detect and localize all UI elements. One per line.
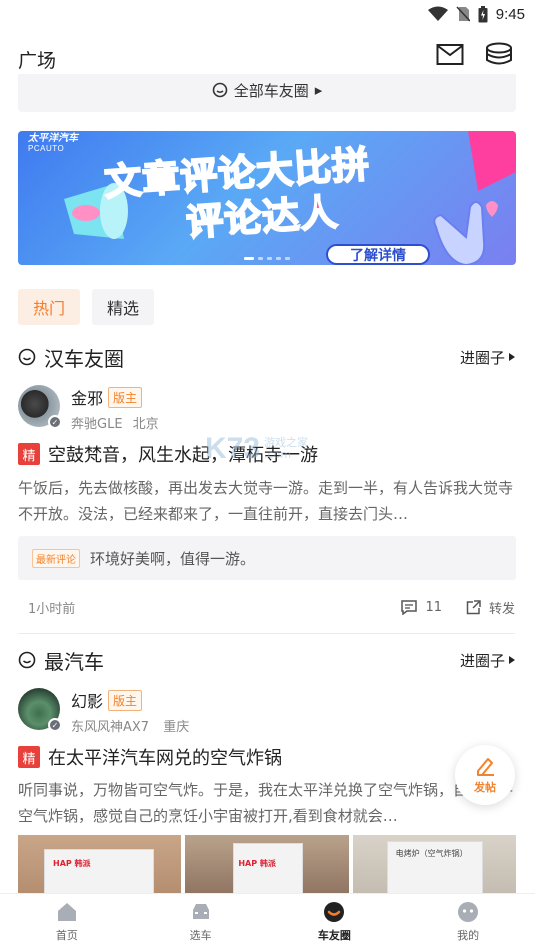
product-box: 电烤炉（空气炸锅）	[386, 841, 483, 895]
message-icon[interactable]	[436, 43, 464, 67]
banner-pagination	[244, 257, 290, 260]
author-car-city: 东风风神AX7 重庆	[71, 720, 190, 735]
product-box: HAP 韩派	[233, 843, 304, 895]
page-title: 广场	[18, 50, 57, 72]
coins-icon[interactable]	[484, 42, 514, 70]
battery-icon	[478, 5, 488, 22]
verified-icon: ✓	[48, 718, 62, 732]
featured-badge: 精	[18, 443, 40, 465]
comment-icon	[401, 599, 418, 615]
page-dot	[244, 257, 254, 260]
profile-icon	[458, 902, 479, 922]
circle-smile-icon	[324, 902, 345, 922]
post-footer: 1小时前 11 转发	[28, 597, 515, 617]
share-icon	[466, 599, 481, 614]
author-name[interactable]: 幻影	[71, 688, 103, 712]
banner-subhead: 评论达人	[184, 190, 341, 245]
latest-comment-tag: 最新评论	[32, 548, 80, 568]
new-post-label: 发帖	[474, 781, 496, 794]
post-image[interactable]: 电烤炉（空气炸锅）	[352, 835, 516, 895]
post-title[interactable]: 精 在太平洋汽车网兑的空气炸锅	[18, 744, 515, 770]
post-image[interactable]: HAP 韩派	[185, 835, 349, 895]
wifi-icon	[427, 6, 448, 21]
bottom-tab-bar: 首页 选车 车友圈 我的	[0, 893, 535, 950]
all-circles-label: 全部车友圈	[233, 81, 309, 100]
filter-tabs: 热门 精选	[18, 289, 155, 325]
all-circles-link[interactable]: 全部车友圈 ▸	[18, 74, 516, 112]
moderator-badge: 版主	[108, 689, 143, 711]
verified-icon: ✓	[48, 415, 62, 429]
avatar[interactable]: ✓	[18, 688, 62, 732]
post-excerpt[interactable]: 午饭后，先去做核酸，再出发去大觉寺一游。走到一半，有人告诉我大觉寺不开放。没法，…	[18, 475, 515, 527]
comment-button[interactable]: 11	[401, 600, 442, 615]
post-image[interactable]: HAP 韩派	[18, 835, 182, 895]
moderator-badge: 版主	[108, 386, 143, 408]
page-dot	[285, 257, 290, 260]
post-title[interactable]: 精 空鼓梵音，风生水起，潭柘寺一游	[18, 441, 515, 467]
avatar[interactable]: ✓	[18, 385, 62, 429]
circle-header: 汉车友圈 进圈子	[18, 343, 515, 372]
enter-circle-link[interactable]: 进圈子	[460, 650, 515, 671]
page-dot	[276, 257, 281, 260]
circle-name[interactable]: 最汽车	[44, 646, 104, 675]
page-dot	[258, 257, 263, 260]
home-icon	[57, 903, 76, 921]
latest-comment[interactable]: 最新评论 环境好美啊，值得一游。	[18, 536, 516, 580]
pointing-hand-icon	[433, 201, 498, 265]
post-author[interactable]: ✓ 幻影 版主 东风风神AX7 重庆	[18, 688, 190, 735]
tab-car-circle[interactable]: 车友圈	[268, 894, 402, 950]
share-button[interactable]: 转发	[466, 598, 515, 617]
speech-bubble-decoration	[468, 131, 516, 191]
pencil-icon	[477, 758, 494, 776]
new-post-button[interactable]: 发帖	[455, 745, 515, 805]
circle-header: 最汽车 进圈子	[18, 646, 515, 675]
tab-profile[interactable]: 我的	[401, 894, 535, 950]
post-excerpt[interactable]: 听同事说，万物皆可空气炸。于是，我在太平洋兑换了空气炸锅，自从入手空气炸锅，感觉…	[18, 777, 515, 829]
post-images: HAP 韩派 HAP 韩派 电烤炉（空气炸锅）	[18, 835, 516, 895]
filter-tab-hot[interactable]: 热门	[18, 289, 81, 325]
banner-logo: 太平洋汽车 PCAUTO	[28, 133, 78, 154]
status-bar: 9:45	[0, 0, 535, 28]
promo-banner[interactable]: 太平洋汽车 PCAUTO 文章评论大比拼 评论达人 了解详情	[18, 131, 516, 265]
no-sim-icon	[456, 6, 470, 22]
tab-home[interactable]: 首页	[0, 894, 134, 950]
post-time: 1小时前	[28, 601, 76, 617]
circle-chat-icon	[212, 82, 228, 98]
banner-cta-button[interactable]: 了解详情	[326, 244, 430, 265]
product-box: HAP 韩派	[44, 849, 154, 895]
author-car-city: 奔驰GLE 北京	[71, 417, 159, 432]
circle-chat-icon	[18, 348, 36, 366]
chevron-right-icon	[509, 353, 515, 361]
featured-badge: 精	[18, 746, 40, 768]
circle-chat-icon	[18, 651, 36, 669]
circle-name[interactable]: 汉车友圈	[44, 343, 124, 372]
car-icon	[192, 904, 209, 919]
divider	[18, 633, 515, 634]
chevron-right-icon	[509, 656, 515, 664]
author-name[interactable]: 金邪	[71, 385, 103, 409]
tab-choose-car[interactable]: 选车	[134, 894, 268, 950]
chevron-right-icon: ▸	[314, 81, 323, 99]
latest-comment-text: 环境好美啊，值得一游。	[90, 549, 256, 568]
enter-circle-link[interactable]: 进圈子	[460, 347, 515, 368]
filter-tab-selected[interactable]: 精选	[92, 289, 155, 325]
status-time: 9:45	[495, 5, 525, 23]
comment-count: 11	[425, 599, 442, 615]
page-dot	[267, 257, 272, 260]
post-author[interactable]: ✓ 金邪 版主 奔驰GLE 北京	[18, 385, 159, 432]
